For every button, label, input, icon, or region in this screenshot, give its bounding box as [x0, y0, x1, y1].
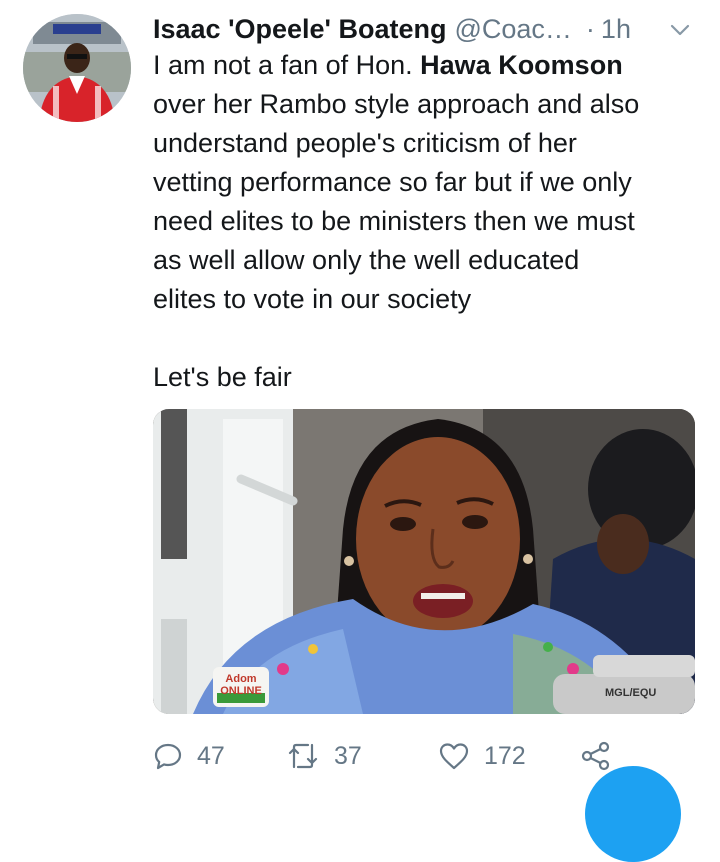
tweet-text: I am not a fan of Hon. Hawa Koomson over… — [153, 46, 703, 397]
tweet-line: elites to vote in our society — [153, 284, 472, 314]
tweet-line: need elites to be ministers then we must — [153, 206, 635, 236]
tweet-line: over her Rambo style approach and also — [153, 89, 640, 119]
user-handle[interactable]: @Coac… — [454, 14, 571, 45]
reply-icon — [154, 743, 182, 770]
tweet-line: I am not a fan of Hon. Hawa Koomson — [153, 50, 623, 80]
share-icon — [581, 741, 610, 771]
tweet-line: as well allow only the well educated — [153, 245, 580, 275]
mention-bold: Hawa Koomson — [420, 50, 623, 80]
tweet-image[interactable]: Adom ONLINE MGL/EQU — [153, 409, 695, 714]
avatar[interactable] — [23, 14, 131, 122]
retweet-count: 37 — [334, 741, 362, 770]
tweet-closing-line: Let's be fair — [153, 362, 292, 392]
tweet-line: understand people's criticism of her — [153, 128, 577, 158]
photo-image — [153, 409, 695, 714]
watermark-label: Adom ONLINE — [220, 673, 262, 697]
retweet-button[interactable]: 37 — [286, 741, 362, 771]
chevron-down-icon[interactable] — [668, 18, 692, 42]
like-button[interactable]: 172 — [438, 741, 526, 771]
separator-dot: · — [585, 13, 595, 44]
reply-button[interactable]: 47 — [153, 741, 225, 771]
display-name[interactable]: Isaac 'Opeele' Boateng — [153, 14, 446, 45]
heart-icon — [439, 743, 469, 770]
profile-photo-icon — [23, 14, 131, 122]
mic-label: MGL/EQU — [605, 687, 657, 699]
compose-fab-button[interactable] — [585, 766, 681, 862]
reply-count: 47 — [197, 741, 225, 770]
tweet-line: vetting performance so far but if we onl… — [153, 167, 632, 197]
like-count: 172 — [484, 741, 526, 770]
tweet-actions: 47 37 172 — [153, 734, 623, 778]
tweet-header: Isaac 'Opeele' Boateng @Coac… · 1h — [153, 10, 698, 48]
retweet-icon — [288, 743, 318, 769]
timestamp[interactable]: 1h — [601, 14, 631, 45]
